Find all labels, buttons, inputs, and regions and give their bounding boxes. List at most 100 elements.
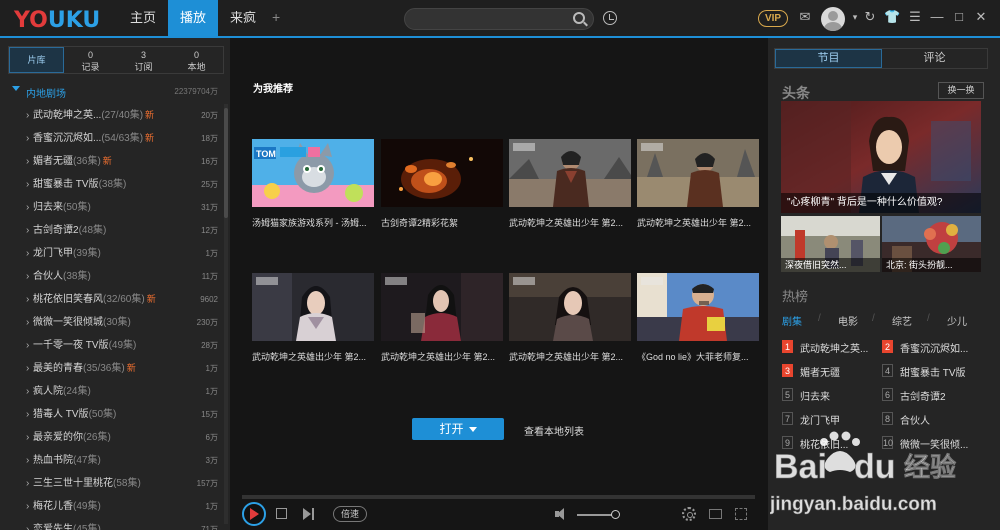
chevron-down-icon[interactable]: ▾: [847, 9, 863, 25]
list-item[interactable]: › 最亲爱的你(26集) 6万: [0, 426, 230, 449]
list-item[interactable]: › 媚者无疆(36集) 新 16万: [0, 150, 230, 173]
hot-cat-series[interactable]: 剧集: [782, 313, 802, 328]
play-count: 16万: [201, 157, 218, 166]
news-card-main[interactable]: "心疼柳青" 背后是一种什么价值观?: [781, 101, 981, 213]
tab-subscribe[interactable]: 3 订阅: [117, 47, 170, 73]
list-item[interactable]: › 甜蜜暴击 TV版(38集) 25万: [0, 173, 230, 196]
play-button[interactable]: [242, 502, 266, 526]
fullscreen-icon[interactable]: [735, 508, 747, 520]
tab-play[interactable]: 播放: [168, 0, 218, 36]
news-card-small[interactable]: 深夜借旧突然...: [781, 216, 880, 272]
tab-local[interactable]: 0 本地: [170, 47, 223, 73]
scrollbar-thumb[interactable]: [224, 108, 228, 218]
video-title[interactable]: 古剑奇谭2精彩花絮: [381, 216, 503, 229]
history-clock-icon[interactable]: [603, 11, 617, 25]
video-title[interactable]: 《God no lie》大菲老师复...: [637, 350, 759, 363]
volume-knob[interactable]: [611, 510, 620, 519]
search-icon[interactable]: [573, 12, 585, 24]
chevron-right-icon: ›: [26, 363, 30, 374]
news-card-small[interactable]: 北京: 街头扮靓...: [882, 216, 981, 272]
video-thumbnail[interactable]: [509, 139, 631, 207]
video-thumbnail[interactable]: [637, 139, 759, 207]
search-input[interactable]: [404, 8, 594, 30]
video-title[interactable]: 武动乾坤之英雄出少年 第2...: [509, 216, 631, 229]
program-tabs: 节目 评论: [774, 48, 988, 69]
ranking-item[interactable]: 1 武动乾坤之英...: [782, 338, 882, 356]
ranking-item[interactable]: 6 古剑奇谭2: [882, 386, 982, 404]
news-main-caption: "心疼柳青" 背后是一种什么价值观?: [781, 193, 981, 213]
mail-icon[interactable]: ✉: [797, 9, 813, 25]
rank-number: 3: [782, 364, 793, 377]
show-title: 古剑奇谭2(48集): [33, 225, 107, 236]
maximize-icon[interactable]: □: [951, 9, 967, 25]
vip-badge[interactable]: VIP: [758, 10, 788, 27]
tab-history[interactable]: 0 记录: [64, 47, 117, 73]
stop-icon[interactable]: [276, 508, 287, 519]
video-thumbnail[interactable]: [252, 273, 374, 341]
menu-icon[interactable]: ☰: [907, 9, 923, 25]
video-thumbnail[interactable]: [381, 273, 503, 341]
list-item[interactable]: › 恋爱先生(45集) 71万: [0, 518, 230, 530]
skin-shirt-icon[interactable]: 👕: [884, 9, 900, 25]
video-thumbnail[interactable]: [637, 273, 759, 341]
list-item[interactable]: › 龙门飞甲(39集) 1万: [0, 242, 230, 265]
hot-cat-kids[interactable]: 少儿: [947, 313, 967, 328]
next-icon[interactable]: [303, 508, 315, 520]
chevron-right-icon: ›: [26, 317, 30, 328]
ranking-item[interactable]: 5 归去来: [782, 386, 882, 404]
video-title[interactable]: 汤姆猫家族游戏系列 - 汤姆...: [252, 216, 374, 229]
progress-bar[interactable]: [242, 495, 755, 499]
ranking-item[interactable]: 4 甜蜜暴击 TV版: [882, 362, 982, 380]
list-item[interactable]: › 一千零一夜 TV版(49集) 28万: [0, 334, 230, 357]
tab-comment[interactable]: 评论: [882, 49, 987, 68]
minimize-icon[interactable]: —: [929, 9, 945, 25]
list-item[interactable]: › 微微一笑很倾城(30集) 230万: [0, 311, 230, 334]
hot-cat-movie[interactable]: 电影: [838, 313, 858, 328]
tab-laifeng[interactable]: 来疯: [218, 0, 268, 36]
video-thumbnail[interactable]: [509, 273, 631, 341]
tab-home[interactable]: 主页: [118, 0, 168, 36]
list-item[interactable]: › 香蜜沉沉烬如...(54/63集) 新 18万: [0, 127, 230, 150]
show-title: 归去来(50集): [33, 202, 91, 213]
video-title[interactable]: 武动乾坤之英雄出少年 第2...: [252, 350, 374, 363]
play-count: 25万: [201, 180, 218, 189]
hot-cat-variety[interactable]: 综艺: [892, 313, 912, 328]
list-item[interactable]: › 三生三世十里桃花(58集) 157万: [0, 472, 230, 495]
speed-button[interactable]: 倍速: [333, 506, 367, 522]
list-item[interactable]: › 热血书院(47集) 3万: [0, 449, 230, 472]
list-item[interactable]: › 梅花儿香(49集) 1万: [0, 495, 230, 518]
list-item[interactable]: › 合伙人(38集) 11万: [0, 265, 230, 288]
list-item[interactable]: › 最美的青春(35/36集) 新 1万: [0, 357, 230, 380]
close-icon[interactable]: ✕: [973, 9, 989, 25]
open-button[interactable]: 打开: [412, 418, 504, 440]
add-tab-button[interactable]: +: [272, 9, 280, 25]
category-header[interactable]: 内地剧场 22379704万: [0, 82, 230, 100]
local-list-link[interactable]: 查看本地列表: [524, 423, 584, 438]
gear-icon[interactable]: [682, 507, 696, 521]
mini-screen-icon[interactable]: [709, 509, 722, 519]
video-title[interactable]: 武动乾坤之英雄出少年 第2...: [637, 216, 759, 229]
video-title[interactable]: 武动乾坤之英雄出少年 第2...: [381, 350, 503, 363]
refresh-button[interactable]: 换一换: [938, 82, 984, 99]
youku-logo[interactable]: YOUKU: [14, 8, 100, 33]
tab-program[interactable]: 节目: [775, 49, 882, 68]
show-title: 媚者无疆(36集) 新: [33, 156, 112, 167]
chevron-right-icon: ›: [26, 179, 30, 190]
list-item[interactable]: › 疯人院(24集) 1万: [0, 380, 230, 403]
list-item[interactable]: › 猎毒人 TV版(50集) 15万: [0, 403, 230, 426]
avatar[interactable]: [821, 7, 845, 31]
video-title[interactable]: 武动乾坤之英雄出少年 第2...: [509, 350, 631, 363]
ranking-item[interactable]: 2 香蜜沉沉烬如...: [882, 338, 982, 356]
video-thumbnail[interactable]: [381, 139, 503, 207]
new-badge: 新: [145, 133, 155, 143]
list-item[interactable]: › 归去来(50集) 31万: [0, 196, 230, 219]
volume-slider[interactable]: [577, 514, 615, 516]
tab-library[interactable]: 片库: [9, 47, 64, 73]
list-item[interactable]: › 桃花依旧笑春风(32/60集) 新 9602: [0, 288, 230, 311]
list-item[interactable]: › 古剑奇谭2(48集) 12万: [0, 219, 230, 242]
volume-icon[interactable]: [555, 508, 569, 520]
ranking-item[interactable]: 3 媚者无疆: [782, 362, 882, 380]
list-item[interactable]: › 武动乾坤之英...(27/40集) 新 20万: [0, 104, 230, 127]
video-thumbnail[interactable]: TOM: [252, 139, 374, 207]
refresh-icon[interactable]: ↻: [862, 9, 878, 25]
